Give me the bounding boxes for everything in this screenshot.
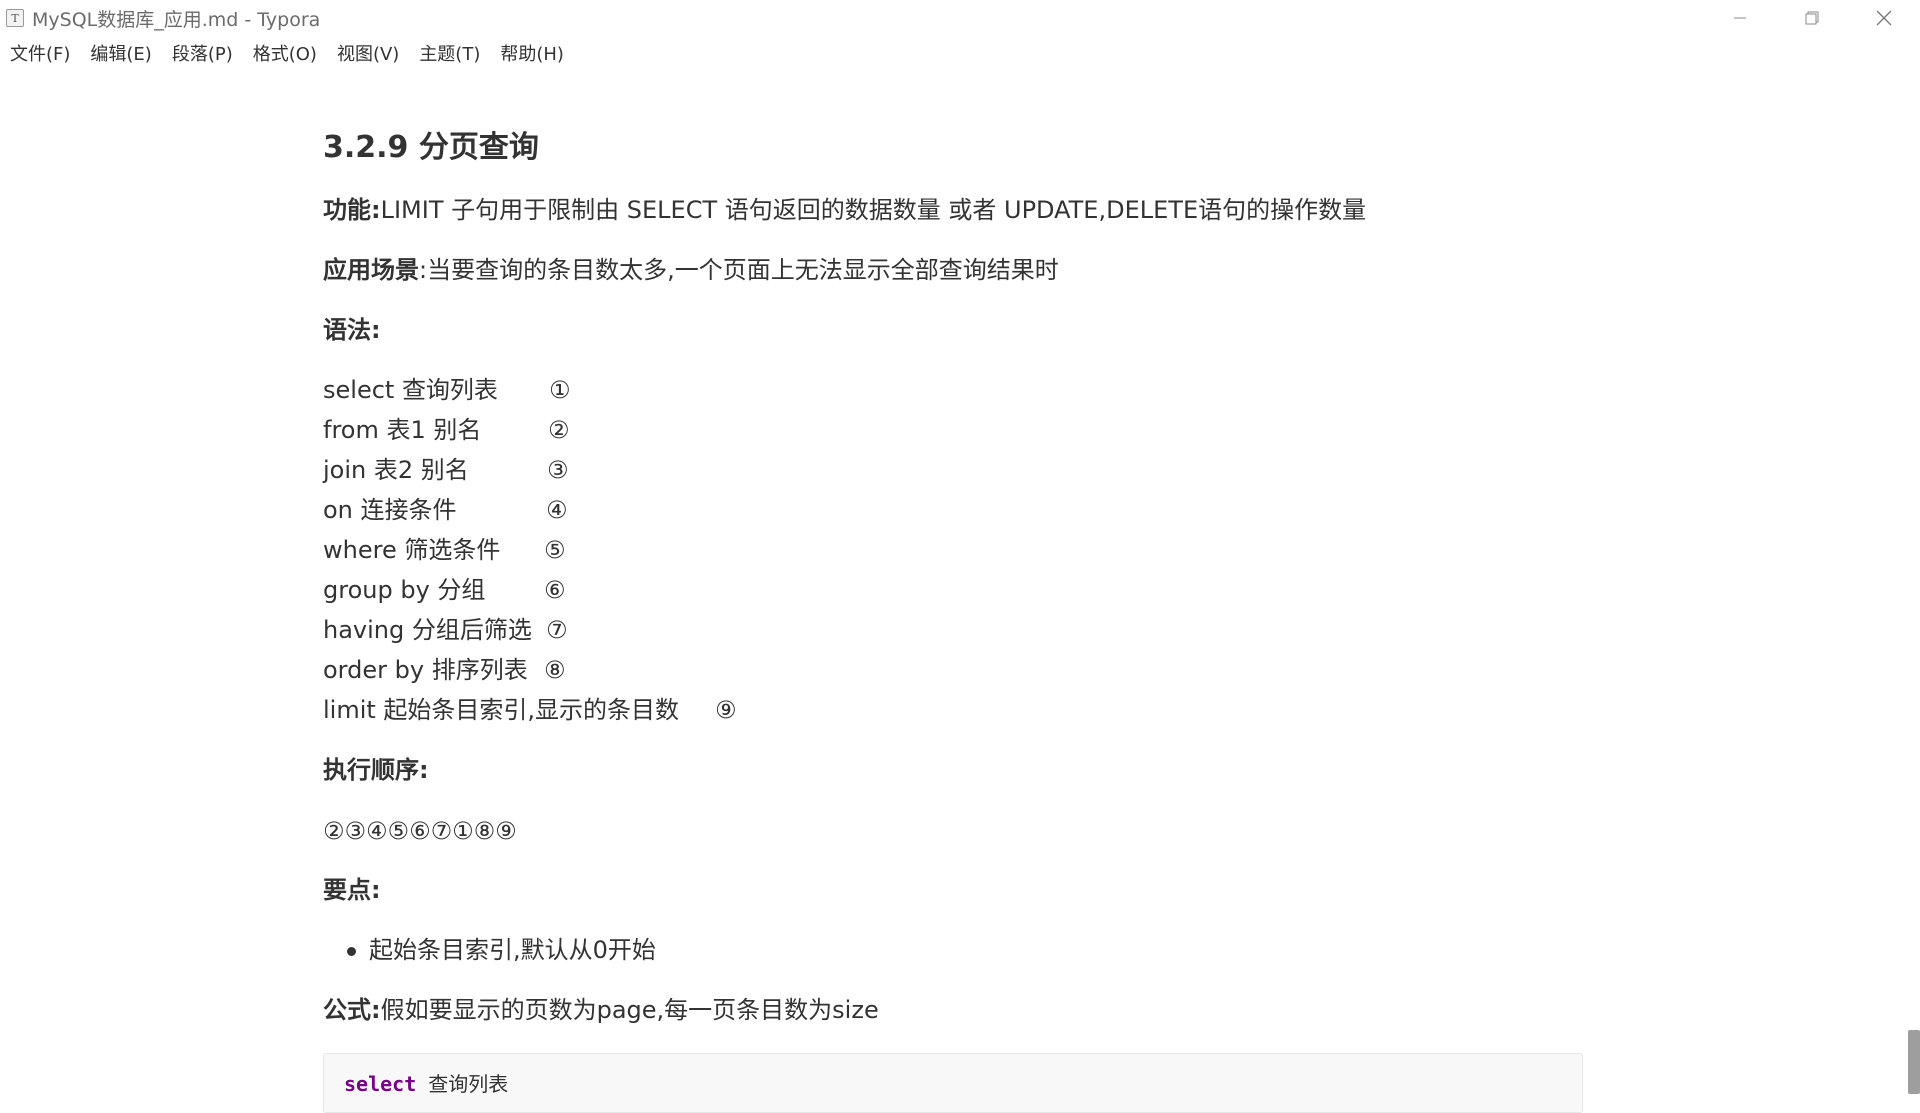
syntax-line: group by 分组 ⑥ [323, 573, 566, 607]
menu-paragraph[interactable]: 段落(P) [172, 40, 233, 66]
syntax-line: where 筛选条件 ⑤ [323, 533, 566, 567]
bullet-icon [347, 947, 356, 956]
points-label-paragraph: 要点: [323, 873, 381, 907]
syntax-line-text: where 筛选条件 [323, 536, 501, 564]
syntax-line-number: ③ [547, 456, 569, 484]
syntax-line-text: select 查询列表 [323, 376, 498, 404]
order-label-paragraph: 执行顺序: [323, 753, 429, 787]
order-label: 执行顺序: [323, 756, 429, 784]
scrollbar-thumb[interactable] [1908, 1030, 1920, 1094]
vertical-scrollbar[interactable] [1906, 70, 1920, 1094]
order-text: ②③④⑤⑥⑦①⑧⑨ [323, 817, 517, 845]
restore-icon [1805, 11, 1819, 25]
title-bar: T MySQL数据库_应用.md - Typora [0, 0, 1920, 36]
syntax-line-text: join 表2 别名 [323, 456, 469, 484]
syntax-line-number: ① [549, 376, 571, 404]
function-label: 功能: [323, 196, 381, 224]
menu-view[interactable]: 视图(V) [337, 40, 399, 66]
scene-text: :当要查询的条目数太多,一个页面上无法显示全部查询结果时 [419, 256, 1059, 284]
formula-label: 公式: [323, 996, 381, 1024]
syntax-line-text: having 分组后筛选 [323, 616, 532, 644]
window-controls [1704, 0, 1920, 36]
menu-help[interactable]: 帮助(H) [500, 40, 564, 66]
code-keyword: select [344, 1072, 417, 1096]
points-label: 要点: [323, 876, 381, 904]
section-heading: 3.2.9 分页查询 [323, 130, 539, 165]
syntax-line: from 表1 别名 ② [323, 413, 570, 447]
menu-theme[interactable]: 主题(T) [419, 40, 480, 66]
typora-app-icon: T [6, 9, 24, 27]
syntax-line: having 分组后筛选 ⑦ [323, 613, 568, 647]
restore-button[interactable] [1776, 0, 1848, 36]
syntax-line-number: ② [548, 416, 570, 444]
syntax-line: select 查询列表 ① [323, 373, 571, 407]
formula-text: 假如要显示的页数为page,每一页条目数为size [380, 996, 879, 1024]
syntax-line-text: group by 分组 [323, 576, 486, 604]
window-title: MySQL数据库_应用.md - Typora [32, 8, 321, 31]
list-item: 起始条目索引,默认从0开始 [369, 936, 656, 964]
syntax-line-number: ⑤ [544, 536, 566, 564]
menu-format[interactable]: 格式(O) [253, 40, 317, 66]
syntax-line-text: from 表1 别名 [323, 416, 482, 444]
function-paragraph: 功能:LIMIT 子句用于限制由 SELECT 语句返回的数据数量 或者 UPD… [323, 193, 1366, 227]
syntax-line-number: ⑨ [715, 696, 737, 724]
syntax-label: 语法: [323, 316, 381, 344]
app-icon-letter: T [11, 11, 19, 25]
code-block[interactable]: select 查询列表 [323, 1053, 1583, 1113]
code-line: select 查询列表 [344, 1068, 508, 1097]
syntax-line-text: order by 排序列表 [323, 656, 528, 684]
syntax-line-number: ⑥ [544, 576, 566, 604]
code-rest: 查询列表 [416, 1072, 509, 1096]
syntax-line: limit 起始条目索引,显示的条目数 ⑨ [323, 693, 737, 727]
syntax-line: order by 排序列表 ⑧ [323, 653, 566, 687]
syntax-line-text: limit 起始条目索引,显示的条目数 [323, 696, 680, 724]
syntax-line-text: on 连接条件 [323, 496, 457, 524]
syntax-line-number: ⑦ [546, 616, 568, 644]
minimize-button[interactable] [1704, 0, 1776, 36]
formula-paragraph: 公式:假如要显示的页数为page,每一页条目数为size [323, 993, 879, 1027]
scene-paragraph: 应用场景:当要查询的条目数太多,一个页面上无法显示全部查询结果时 [323, 253, 1059, 287]
menu-edit[interactable]: 编辑(E) [90, 40, 151, 66]
function-text: LIMIT 子句用于限制由 SELECT 语句返回的数据数量 或者 UPDATE… [380, 196, 1367, 224]
scene-label: 应用场景 [323, 256, 419, 284]
syntax-label-paragraph: 语法: [323, 313, 381, 347]
syntax-line: join 表2 别名 ③ [323, 453, 569, 487]
menu-bar: 文件(F) 编辑(E) 段落(P) 格式(O) 视图(V) 主题(T) 帮助(H… [0, 36, 1920, 70]
close-icon [1876, 10, 1892, 26]
syntax-line-number: ⑧ [544, 656, 566, 684]
syntax-line: on 连接条件 ④ [323, 493, 568, 527]
menu-file[interactable]: 文件(F) [10, 40, 70, 66]
syntax-line-number: ④ [546, 496, 568, 524]
minimize-icon [1734, 17, 1746, 19]
close-button[interactable] [1848, 0, 1920, 36]
